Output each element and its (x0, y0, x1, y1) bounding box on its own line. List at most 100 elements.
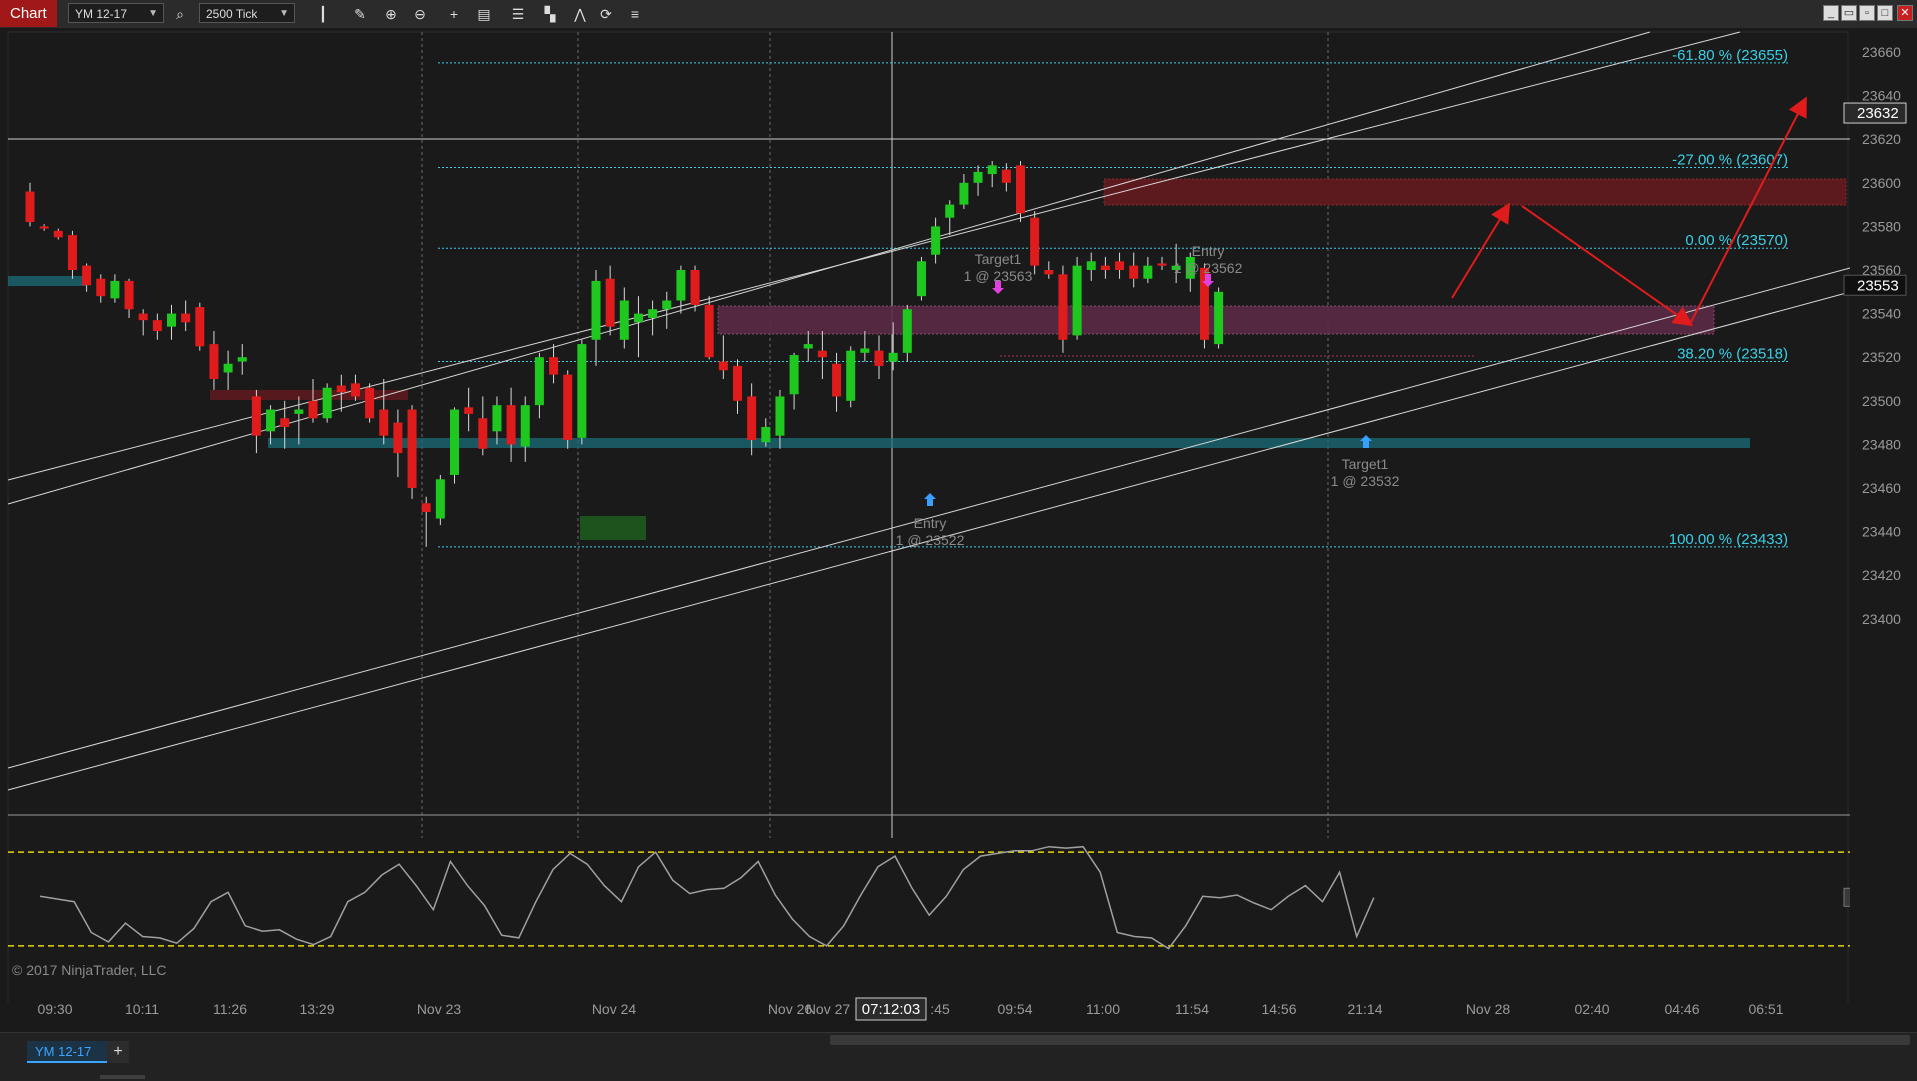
fib-label: 38.20 % (23518) (1677, 346, 1788, 363)
candle-body (1115, 261, 1125, 270)
crosshair-time-label: 07:12:03 (862, 1001, 920, 1018)
candle (846, 346, 856, 408)
time-axis: 09:30 10:11 11:26 13:29 Nov 23 Nov 24 Nov 26No… (0, 997, 1917, 1032)
price-tick: 23420 (1862, 567, 1901, 583)
entry-bottom-detail: 1 @ 23522 (896, 532, 965, 548)
instrument-tab[interactable]: YM 12-17 (27, 1041, 107, 1063)
candle (563, 370, 573, 449)
instrument-selector[interactable]: YM 12-17 ▼ (68, 3, 164, 23)
time-tick: 11:54 (1175, 1001, 1209, 1017)
candle-body (747, 396, 757, 441)
candle-body (1157, 263, 1167, 266)
candle-body (973, 171, 983, 183)
candle-body (492, 405, 502, 432)
chevron-down-icon: ▼ (279, 8, 289, 19)
list-icon[interactable]: ≡ (625, 4, 645, 24)
candle-body (605, 278, 615, 327)
search-icon[interactable]: ⌕ (170, 4, 190, 24)
time-tick: 09:54 (997, 1001, 1032, 1017)
candle-body (817, 350, 827, 358)
candle-body (563, 374, 573, 441)
candle (577, 339, 587, 445)
candle-body (67, 235, 77, 270)
candle-body (1129, 265, 1139, 279)
candle-body (96, 278, 106, 297)
price-tick: 23640 (1862, 88, 1901, 104)
candle-body (648, 309, 658, 318)
candle-body (931, 226, 941, 255)
candle-body (181, 313, 191, 323)
instrument-selector-value: YM 12-17 (75, 7, 128, 21)
candle-body (690, 270, 700, 305)
templates-icon[interactable]: ▚ (540, 4, 560, 24)
candle (1214, 287, 1224, 349)
candle-body (733, 365, 742, 401)
chart-window-tab[interactable]: Chart (0, 0, 57, 27)
candle-body (393, 422, 403, 454)
close-button[interactable]: ✕ (1897, 5, 1913, 21)
maximize-button[interactable]: □ (1877, 5, 1893, 21)
drawing-tools-icon[interactable]: ⋀ (570, 4, 590, 24)
time-tick: 14:56 (1261, 1001, 1296, 1017)
resistance-zone (1103, 178, 1847, 206)
candle-body (520, 405, 530, 447)
time-tick: 04:46 (1664, 1001, 1699, 1017)
bottom-tab-bar: YM 12-17 + (0, 1032, 1917, 1081)
candle-body (407, 409, 417, 488)
time-tick: 13:29 (299, 1001, 334, 1017)
time-tick: Nov 24 (592, 1001, 637, 1017)
target-top-label: Target1 (975, 251, 1022, 267)
crosshair-icon[interactable]: + (444, 4, 464, 24)
candle-body (39, 226, 49, 229)
candle-body (803, 344, 813, 349)
fib-label: 100.00 % (23433) (1669, 531, 1788, 548)
price-tick: 23440 (1862, 524, 1901, 540)
price-tick: 23520 (1862, 349, 1901, 365)
candle-body (1030, 217, 1040, 266)
data-box-icon[interactable]: ▤ (474, 4, 494, 24)
chevron-down-icon: ▼ (148, 8, 158, 19)
candle-body (25, 191, 35, 223)
candle-body (619, 300, 629, 340)
pencil-icon[interactable]: ✎ (350, 4, 370, 24)
add-tab-button[interactable]: + (107, 1041, 129, 1063)
tab-indicator (100, 1075, 145, 1079)
candle-body (591, 280, 601, 340)
candle-body (266, 409, 276, 432)
refresh-icon[interactable]: ⟳ (596, 4, 616, 24)
restore-button[interactable]: ▭ (1841, 5, 1857, 21)
candle-body (53, 230, 63, 238)
tile-button[interactable]: ▫ (1859, 5, 1875, 21)
price-tick: 23660 (1862, 44, 1901, 60)
price-chart[interactable]: -61.80 % (23655)-27.00 % (23607)0.00 % (… (0, 28, 1917, 1032)
candle-body (633, 313, 643, 323)
candle-body (676, 270, 686, 301)
candle (1030, 211, 1040, 275)
zoom-out-icon[interactable]: ⊖ (410, 4, 430, 24)
candle-body (209, 344, 219, 379)
candle-body (223, 363, 233, 373)
candle-body (775, 396, 785, 436)
candle-body (1143, 265, 1153, 279)
candle-body (82, 265, 92, 286)
candle-body (888, 352, 898, 362)
candle-body (549, 357, 559, 375)
candle-body (874, 350, 884, 366)
candle-body (1016, 165, 1025, 214)
bar-style-icon[interactable]: ┃ (313, 4, 333, 24)
last-price-label: 23553 (1857, 277, 1899, 294)
fib-label: -61.80 % (23655) (1672, 47, 1788, 64)
candle-body (534, 357, 544, 406)
properties-icon[interactable]: ☰ (508, 4, 528, 24)
zoom-in-icon[interactable]: ⊕ (381, 4, 401, 24)
time-tick: :45 (930, 1001, 950, 1017)
entry-bottom-label: Entry (914, 515, 947, 531)
candle-body (761, 426, 771, 443)
candle-body (464, 407, 474, 414)
interval-selector[interactable]: 2500 Tick ▼ (199, 3, 295, 23)
horizontal-scrollbar[interactable] (830, 1035, 1910, 1045)
minimize-button[interactable]: _ (1823, 5, 1839, 21)
candle (916, 256, 926, 301)
candle-body (1086, 261, 1096, 270)
candle-body (718, 361, 728, 371)
